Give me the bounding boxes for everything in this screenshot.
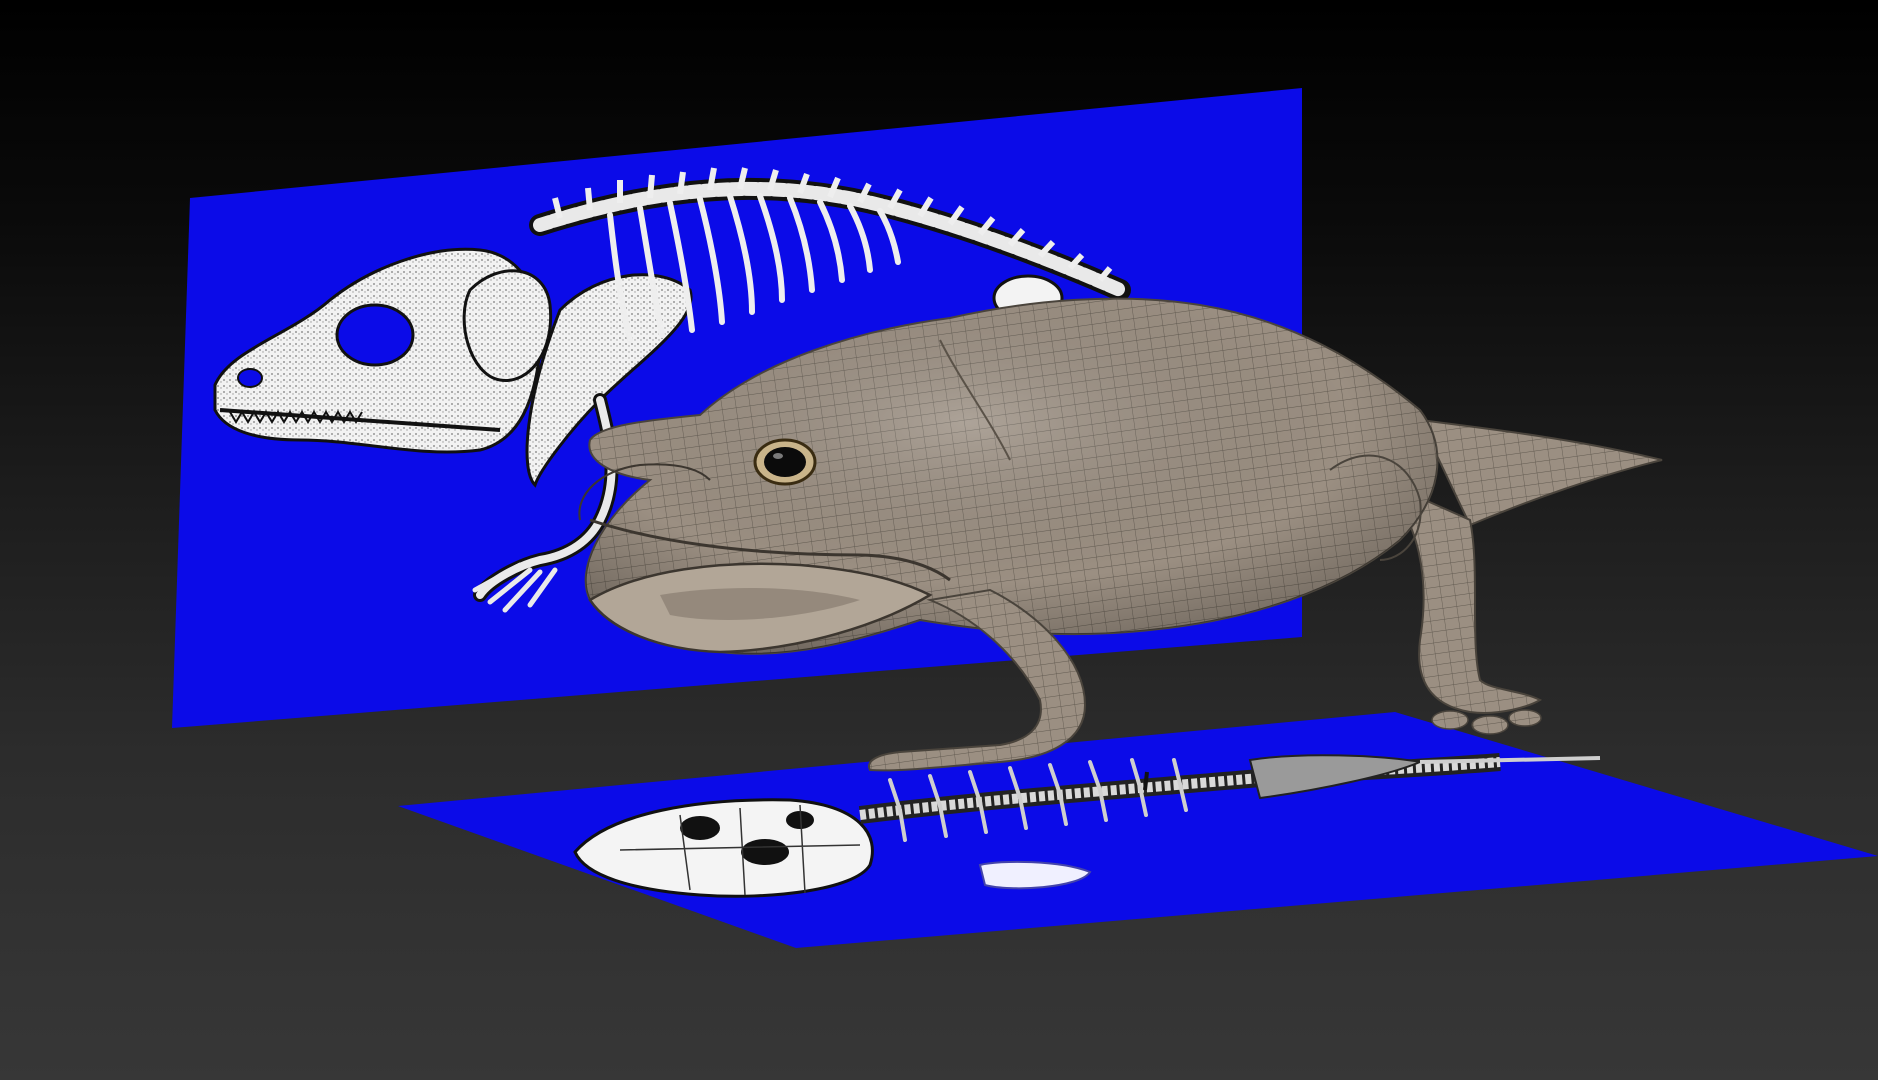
scene-canvas[interactable] xyxy=(0,0,1878,1080)
3d-viewport[interactable] xyxy=(0,0,1878,1080)
